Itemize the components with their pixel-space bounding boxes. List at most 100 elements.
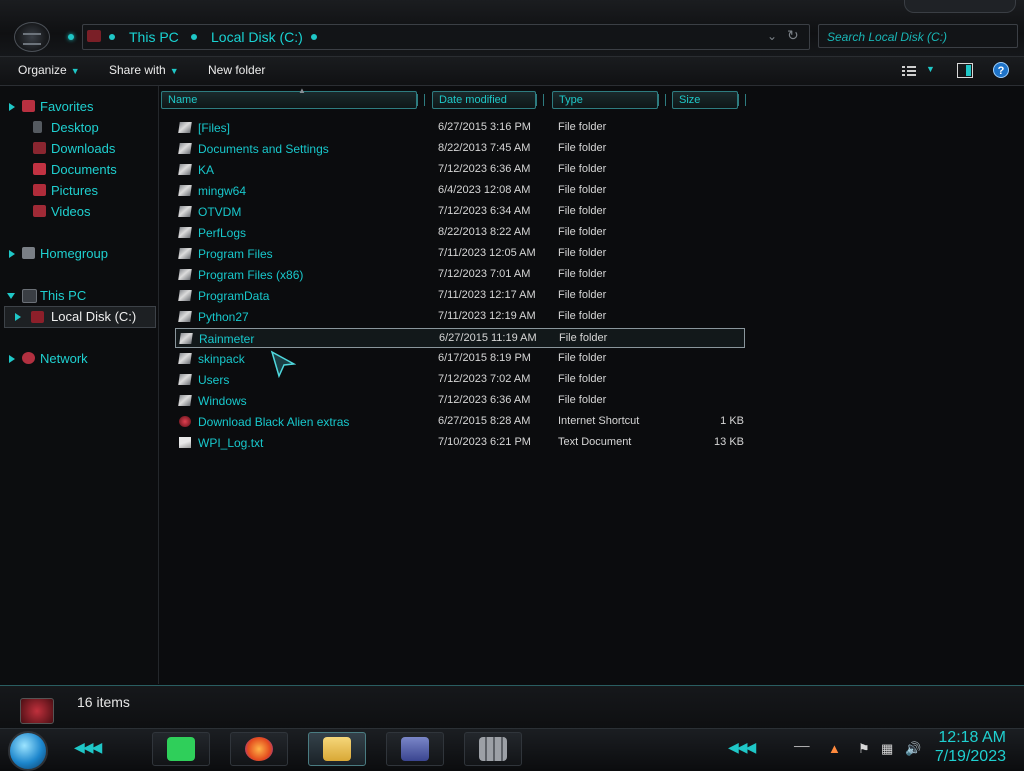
- folder-icon: [178, 227, 192, 238]
- tray-app-icon[interactable]: ▲: [828, 741, 841, 756]
- videos-icon: [33, 205, 46, 217]
- file-name: PerfLogs: [198, 226, 247, 240]
- sidebar-item-local-disk[interactable]: Local Disk (C:): [4, 306, 156, 328]
- file-type: File folder: [558, 373, 607, 385]
- search-input[interactable]: [825, 28, 1015, 46]
- volume-icon[interactable]: 🔊: [905, 741, 921, 757]
- sidebar-item-documents[interactable]: Documents: [51, 162, 117, 177]
- clock-date[interactable]: 7/19/2023: [935, 748, 1006, 766]
- search-box[interactable]: [818, 24, 1018, 48]
- table-row[interactable]: Download Black Alien extras 6/27/2015 8:2…: [175, 412, 745, 432]
- file-type: File folder: [558, 226, 607, 238]
- recent-locations-dot-icon[interactable]: [68, 34, 74, 40]
- address-bar[interactable]: This PC Local Disk (C:) ⌄ ↻: [82, 24, 810, 50]
- share-with-button[interactable]: Share with ▼: [109, 63, 179, 77]
- control-panel-icon: [401, 737, 429, 761]
- file-date-modified: 6/27/2015 11:19 AM: [439, 332, 537, 344]
- show-hidden-icons-icon[interactable]: ──: [794, 741, 810, 753]
- address-history-chevron-down-icon[interactable]: ⌄: [767, 29, 777, 43]
- help-icon[interactable]: ?: [993, 62, 1009, 78]
- breadcrumb-separator-icon[interactable]: [191, 34, 197, 40]
- preview-pane-icon[interactable]: [957, 63, 973, 78]
- table-row[interactable]: Program Files (x86) 7/12/2023 7:01 AM File…: [175, 265, 745, 285]
- change-view-icon[interactable]: [902, 65, 916, 77]
- expand-triangle-icon[interactable]: [9, 103, 15, 111]
- local-disk-icon: [31, 311, 44, 323]
- clock-time[interactable]: 12:18 AM: [938, 729, 1006, 747]
- folder-icon: [178, 143, 192, 154]
- column-resize-handle[interactable]: [738, 94, 746, 106]
- table-row[interactable]: Windows 7/12/2023 6:36 AM File folder: [175, 391, 745, 411]
- mouse-cursor-icon: [270, 350, 296, 378]
- file-name: Windows: [198, 394, 247, 408]
- table-row[interactable]: KA 7/12/2023 6:36 AM File folder: [175, 160, 745, 180]
- sidebar-group-homegroup[interactable]: Homegroup: [40, 246, 108, 261]
- file-type: Internet Shortcut: [558, 415, 640, 427]
- breadcrumb-separator-icon[interactable]: [109, 34, 115, 40]
- file-type: File folder: [558, 205, 607, 217]
- new-folder-button[interactable]: New folder: [208, 63, 265, 77]
- chevron-down-icon: ▼: [169, 66, 179, 76]
- sidebar-group-network[interactable]: Network: [40, 351, 88, 366]
- sidebar-item-desktop[interactable]: Desktop: [51, 120, 99, 135]
- breadcrumb-separator-icon[interactable]: [311, 34, 317, 40]
- folder-icon: [178, 122, 192, 133]
- taskbar-app-firewall[interactable]: [464, 732, 522, 766]
- expand-triangle-icon[interactable]: [9, 250, 15, 258]
- taskbar-app-firefox[interactable]: [230, 732, 288, 766]
- column-resize-handle[interactable]: [417, 94, 425, 106]
- item-count: 16 items: [77, 694, 130, 710]
- sidebar-group-favorites[interactable]: Favorites: [40, 99, 93, 114]
- file-date-modified: 6/27/2015 8:28 AM: [438, 415, 531, 427]
- file-date-modified: 6/4/2023 12:08 AM: [438, 184, 531, 196]
- column-header-date-modified[interactable]: Date modified: [432, 91, 544, 109]
- column-resize-handle[interactable]: [536, 94, 544, 106]
- table-row[interactable]: Rainmeter 6/27/2015 11:19 AM File folder: [175, 328, 745, 348]
- folder-icon: [178, 290, 192, 301]
- folder-icon: [178, 311, 192, 322]
- back-forward-nav-button[interactable]: [14, 22, 50, 52]
- taskbar-app-notes[interactable]: [152, 732, 210, 766]
- network-tray-icon[interactable]: ▦: [881, 741, 893, 757]
- action-center-flag-icon[interactable]: ⚑: [858, 741, 870, 757]
- view-options-chevron-down-icon[interactable]: ▼: [926, 64, 935, 74]
- favorites-star-icon: [22, 100, 35, 112]
- expand-triangle-icon[interactable]: [9, 355, 15, 363]
- column-header-name[interactable]: Name: [161, 91, 425, 109]
- sidebar-item-downloads[interactable]: Downloads: [51, 141, 115, 156]
- table-row[interactable]: OTVDM 7/12/2023 6:34 AM File folder: [175, 202, 745, 222]
- folder-icon: [178, 395, 192, 406]
- breadcrumb-this-pc[interactable]: This PC: [129, 29, 179, 45]
- organize-label: Organize: [18, 63, 67, 77]
- column-resize-handle[interactable]: [658, 94, 666, 106]
- folder-icon: [178, 374, 192, 385]
- folder-icon: [179, 333, 193, 344]
- organize-button[interactable]: Organize ▼: [18, 63, 80, 77]
- file-name: [Files]: [198, 121, 231, 135]
- table-row[interactable]: ProgramData 7/11/2023 12:17 AM File folder: [175, 286, 745, 306]
- table-row[interactable]: Users 7/12/2023 7:02 AM File folder: [175, 370, 745, 390]
- table-row[interactable]: Documents and Settings 8/22/2013 7:45 AM F…: [175, 139, 745, 159]
- table-row[interactable]: Program Files 7/11/2023 12:05 AM File fold…: [175, 244, 745, 264]
- sidebar-item-pictures[interactable]: Pictures: [51, 183, 98, 198]
- file-type: File folder: [558, 142, 607, 154]
- breadcrumb-local-disk[interactable]: Local Disk (C:): [211, 29, 303, 45]
- table-row[interactable]: PerfLogs 8/22/2013 8:22 AM File folder: [175, 223, 745, 243]
- column-header-type[interactable]: Type: [552, 91, 666, 109]
- taskbar-app-file-explorer[interactable]: [308, 732, 366, 766]
- table-row[interactable]: Python27 7/11/2023 12:19 AM File folder: [175, 307, 745, 327]
- folder-icon: [178, 185, 192, 196]
- taskbar-app-control-panel[interactable]: [386, 732, 444, 766]
- expand-triangle-icon[interactable]: [15, 313, 21, 321]
- sidebar-item-videos[interactable]: Videos: [51, 204, 91, 219]
- table-row[interactable]: mingw64 6/4/2023 12:08 AM File folder: [175, 181, 745, 201]
- sidebar-group-this-pc[interactable]: This PC: [40, 288, 86, 303]
- table-row[interactable]: skinpack 6/17/2015 8:19 PM File folder: [175, 349, 745, 369]
- table-row[interactable]: [Files] 6/27/2015 3:16 PM File folder: [175, 118, 745, 138]
- start-button[interactable]: [8, 731, 48, 771]
- refresh-icon[interactable]: ↻: [787, 27, 799, 44]
- column-header-size[interactable]: Size: [672, 91, 746, 109]
- table-row[interactable]: WPI_Log.txt 7/10/2023 6:21 PM Text Documen…: [175, 433, 745, 453]
- collapse-triangle-icon[interactable]: [7, 293, 15, 299]
- chevron-down-icon: ▼: [70, 66, 80, 76]
